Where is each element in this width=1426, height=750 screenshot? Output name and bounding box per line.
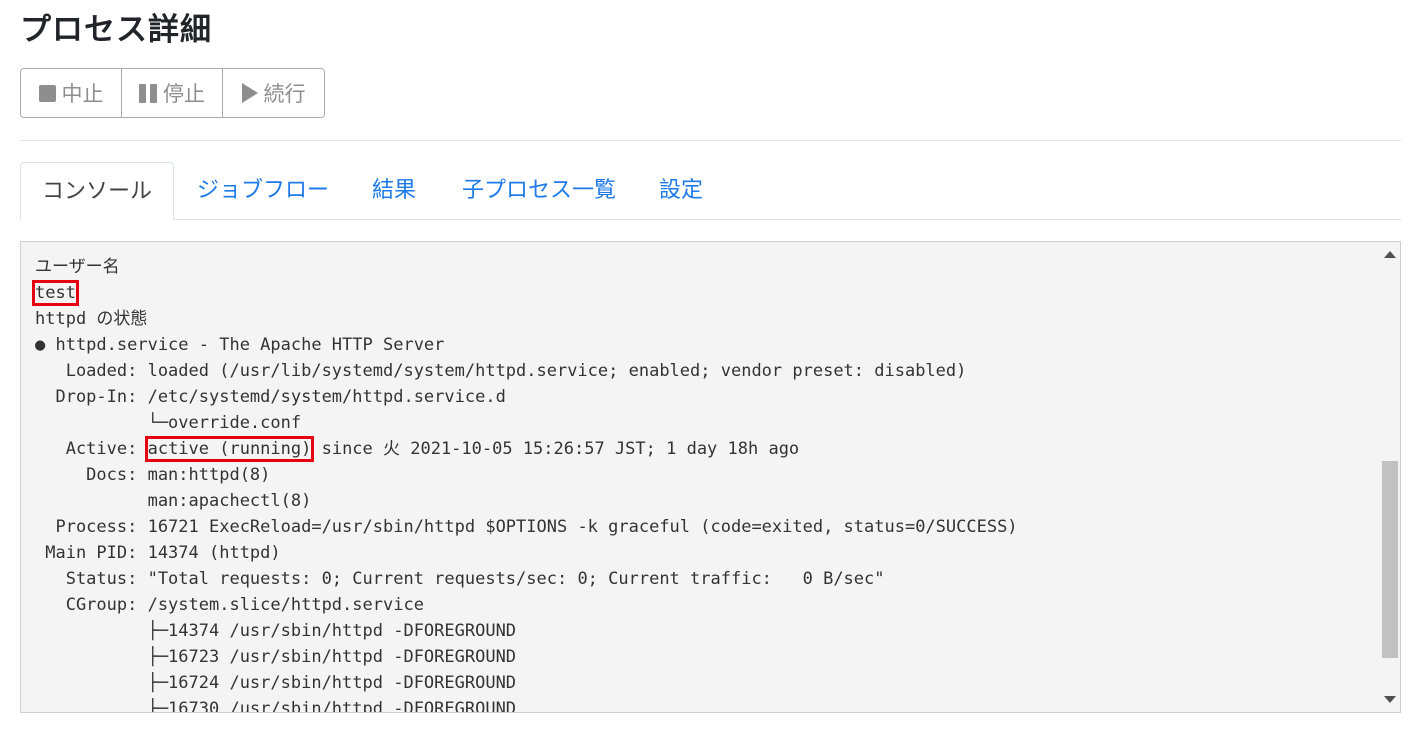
console-line: CGroup: /system.slice/httpd.service <box>35 595 424 615</box>
console-line: ├─16730 /usr/sbin/httpd -DFOREGROUND <box>35 699 517 713</box>
console-line: ● httpd.service - The Apache HTTP Server <box>35 335 445 355</box>
process-control-button-group: 中止 停止 続行 <box>20 68 325 118</box>
pause-icon <box>139 83 157 103</box>
console-line: ユーザー名 <box>35 257 120 277</box>
console-line: Process: 16721 ExecReload=/usr/sbin/http… <box>35 517 1018 537</box>
console-output[interactable]: ユーザー名 test httpd の状態 ● httpd.service - T… <box>20 241 1401 713</box>
console-scrollbar[interactable] <box>1379 242 1400 712</box>
console-line: ├─16724 /usr/sbin/httpd -DFOREGROUND <box>35 673 517 693</box>
console-line: Docs: man:httpd(8) <box>35 465 271 485</box>
scroll-down-arrow-icon[interactable] <box>1384 696 1396 703</box>
scroll-up-arrow-icon[interactable] <box>1384 251 1396 258</box>
abort-button-label: 中止 <box>61 82 104 106</box>
tab-results[interactable]: 結果 <box>372 162 416 220</box>
pause-button[interactable]: 停止 <box>122 69 223 117</box>
console-line: Status: "Total requests: 0; Current requ… <box>35 569 885 589</box>
active-status-highlighted: active (running) <box>144 436 315 462</box>
console-line-active-label: Active: <box>35 439 148 459</box>
tab-settings[interactable]: 設定 <box>659 162 703 220</box>
resume-button-label: 続行 <box>263 82 306 106</box>
console-line: man:apachectl(8) <box>35 491 312 511</box>
page-title: プロセス詳細 <box>20 12 212 48</box>
tab-child-processes[interactable]: 子プロセス一覧 <box>462 162 616 220</box>
resume-button[interactable]: 続行 <box>223 69 324 117</box>
console-line-username-highlighted: test <box>32 280 79 306</box>
stop-icon <box>38 84 56 102</box>
console-line: httpd の状態 <box>35 309 148 329</box>
tab-console[interactable]: コンソール <box>20 162 174 220</box>
console-line: Loaded: loaded (/usr/lib/systemd/system/… <box>35 361 967 381</box>
console-line: ├─14374 /usr/sbin/httpd -DFOREGROUND <box>35 621 517 641</box>
pause-button-label: 停止 <box>163 82 205 106</box>
console-text: ユーザー名 test httpd の状態 ● httpd.service - T… <box>32 254 1018 713</box>
tab-bar: コンソール ジョブフロー 結果 子プロセス一覧 設定 <box>20 162 1401 220</box>
divider <box>20 140 1401 141</box>
play-icon <box>241 83 258 103</box>
abort-button[interactable]: 中止 <box>21 69 122 117</box>
active-since-text: since 火 2021-10-05 15:26:57 JST; 1 day 1… <box>311 439 800 459</box>
console-line: └─override.conf <box>35 413 302 433</box>
scrollbar-thumb[interactable] <box>1382 461 1398 658</box>
console-line: ├─16723 /usr/sbin/httpd -DFOREGROUND <box>35 647 517 667</box>
tab-jobflow[interactable]: ジョブフロー <box>197 162 329 220</box>
console-line: Main PID: 14374 (httpd) <box>35 543 281 563</box>
console-line: Drop-In: /etc/systemd/system/httpd.servi… <box>35 387 506 407</box>
